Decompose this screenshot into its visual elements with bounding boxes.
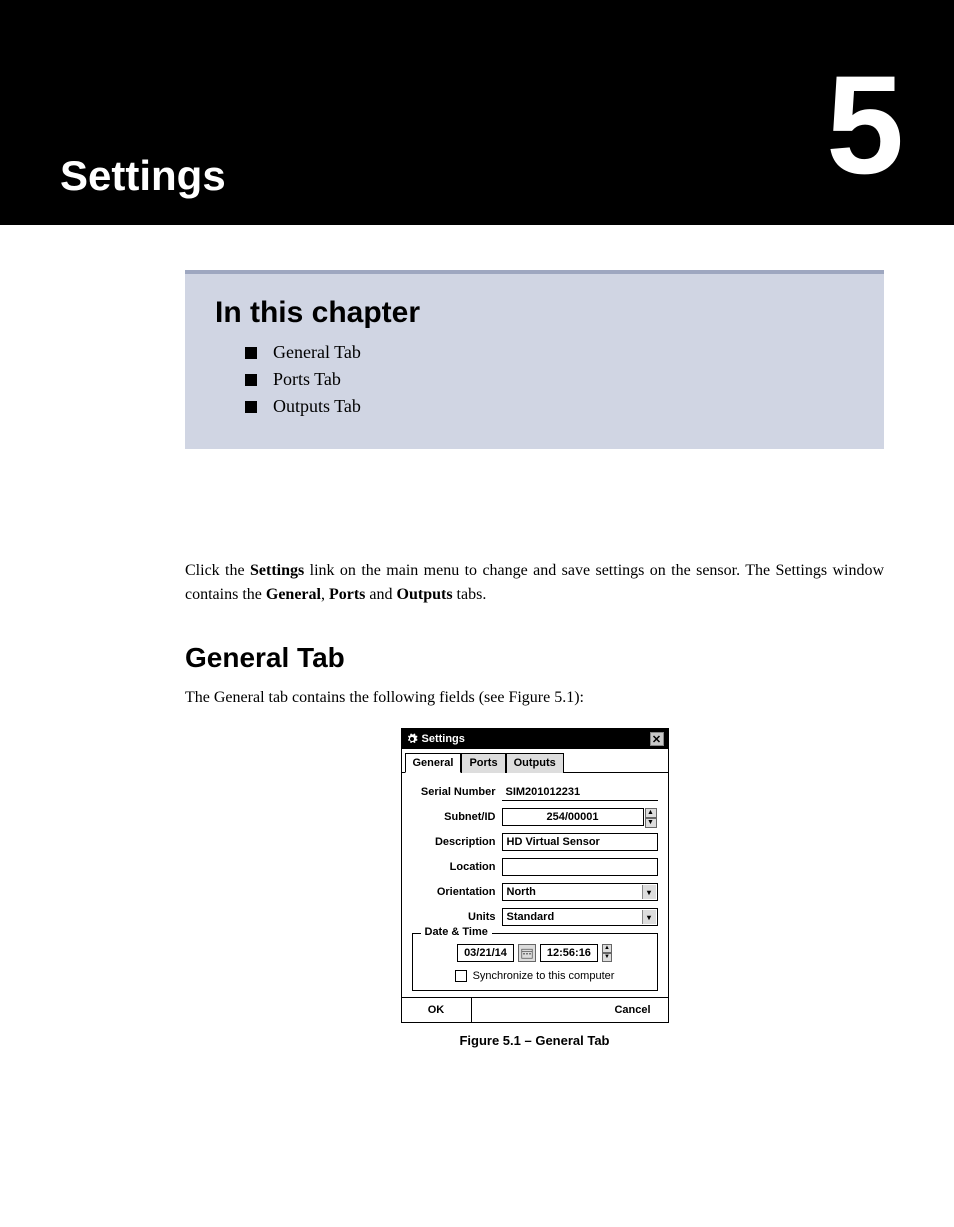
chapter-box-heading: In this chapter: [215, 296, 854, 330]
label-location: Location: [412, 861, 502, 873]
row-units: Units Standard ▾: [412, 908, 658, 926]
banner-number: 5: [826, 55, 904, 195]
subnet-spinner[interactable]: ▲ ▼: [645, 808, 657, 828]
text: tabs.: [453, 586, 487, 603]
chevron-down-icon[interactable]: ▾: [642, 885, 656, 899]
label-serial: Serial Number: [412, 786, 502, 798]
row-subnet: Subnet/ID 254/00001 ▲ ▼: [412, 808, 658, 826]
chapter-item: Ports Tab: [245, 369, 854, 390]
gear-icon: [406, 733, 418, 745]
close-icon[interactable]: ✕: [650, 732, 664, 746]
select-units[interactable]: Standard ▾: [502, 908, 658, 926]
tab-general[interactable]: General: [405, 753, 462, 773]
value-serial: SIM201012231: [502, 783, 658, 801]
chevron-down-icon[interactable]: ▾: [642, 910, 656, 924]
general-bold: General: [266, 586, 321, 603]
row-location: Location: [412, 858, 658, 876]
row-serial: Serial Number SIM201012231: [412, 783, 658, 801]
datetime-group-label: Date & Time: [421, 926, 492, 938]
tab-body: Serial Number SIM201012231 Subnet/ID 254…: [402, 773, 668, 997]
time-spinner[interactable]: ▲ ▼: [602, 944, 612, 962]
time-input[interactable]: 12:56:16: [540, 944, 598, 962]
label-units: Units: [412, 911, 502, 923]
settings-dialog: Settings ✕ General Ports Outputs Serial …: [401, 728, 669, 1023]
row-orientation: Orientation North ▾: [412, 883, 658, 901]
dialog-titlebar: Settings ✕: [402, 729, 668, 749]
datetime-row: 03/21/14 12:56:16 ▲ ▼: [421, 944, 649, 962]
value-orientation: North: [507, 886, 536, 898]
figure-caption: Figure 5.1 – General Tab: [185, 1033, 884, 1048]
spinner-down-icon[interactable]: ▼: [645, 818, 657, 828]
spinner-up-icon[interactable]: ▲: [602, 944, 612, 953]
chapter-item: Outputs Tab: [245, 396, 854, 417]
ok-button[interactable]: OK: [402, 998, 472, 1022]
in-this-chapter-box: In this chapter General Tab Ports Tab Ou…: [185, 270, 884, 449]
date-input[interactable]: 03/21/14: [457, 944, 514, 962]
settings-link-ref: Settings: [250, 562, 304, 579]
input-location[interactable]: [502, 858, 658, 876]
input-subnet[interactable]: 254/00001 ▲ ▼: [502, 808, 644, 826]
figure-wrap: Settings ✕ General Ports Outputs Serial …: [185, 728, 884, 1023]
dialog-button-bar: OK Cancel: [402, 997, 668, 1022]
spinner-down-icon[interactable]: ▼: [602, 953, 612, 962]
section-heading: General Tab: [185, 642, 884, 674]
calendar-icon[interactable]: [518, 944, 536, 962]
tab-outputs[interactable]: Outputs: [506, 753, 564, 773]
row-description: Description HD Virtual Sensor: [412, 833, 658, 851]
input-description[interactable]: HD Virtual Sensor: [502, 833, 658, 851]
cancel-button[interactable]: Cancel: [598, 998, 668, 1022]
sync-label: Synchronize to this computer: [473, 970, 615, 982]
intro-paragraph: Click the Settings link on the main menu…: [185, 559, 884, 607]
page-content: In this chapter General Tab Ports Tab Ou…: [0, 225, 954, 1048]
dialog-title: Settings: [422, 733, 650, 745]
spinner-up-icon[interactable]: ▲: [645, 808, 657, 818]
tab-ports[interactable]: Ports: [461, 753, 505, 773]
sync-checkbox[interactable]: [455, 970, 467, 982]
outputs-bold: Outputs: [397, 586, 453, 603]
ports-bold: Ports: [329, 586, 365, 603]
label-description: Description: [412, 836, 502, 848]
text: ,: [321, 586, 329, 603]
chapter-item: General Tab: [245, 342, 854, 363]
dialog-tabs: General Ports Outputs: [402, 749, 668, 773]
value-units: Standard: [507, 911, 555, 923]
text: and: [365, 586, 396, 603]
section-text: The General tab contains the following f…: [185, 686, 884, 710]
sync-row: Synchronize to this computer: [421, 970, 649, 982]
chapter-list: General Tab Ports Tab Outputs Tab: [215, 342, 854, 417]
chapter-banner: Settings 5: [0, 0, 954, 225]
datetime-group: Date & Time 03/21/14 12:56:16 ▲ ▼: [412, 933, 658, 991]
select-orientation[interactable]: North ▾: [502, 883, 658, 901]
banner-title: Settings: [60, 152, 226, 200]
value-subnet: 254/00001: [547, 811, 599, 823]
label-subnet: Subnet/ID: [412, 811, 502, 823]
spacer: [472, 998, 598, 1022]
text: Click the: [185, 562, 250, 579]
label-orientation: Orientation: [412, 886, 502, 898]
